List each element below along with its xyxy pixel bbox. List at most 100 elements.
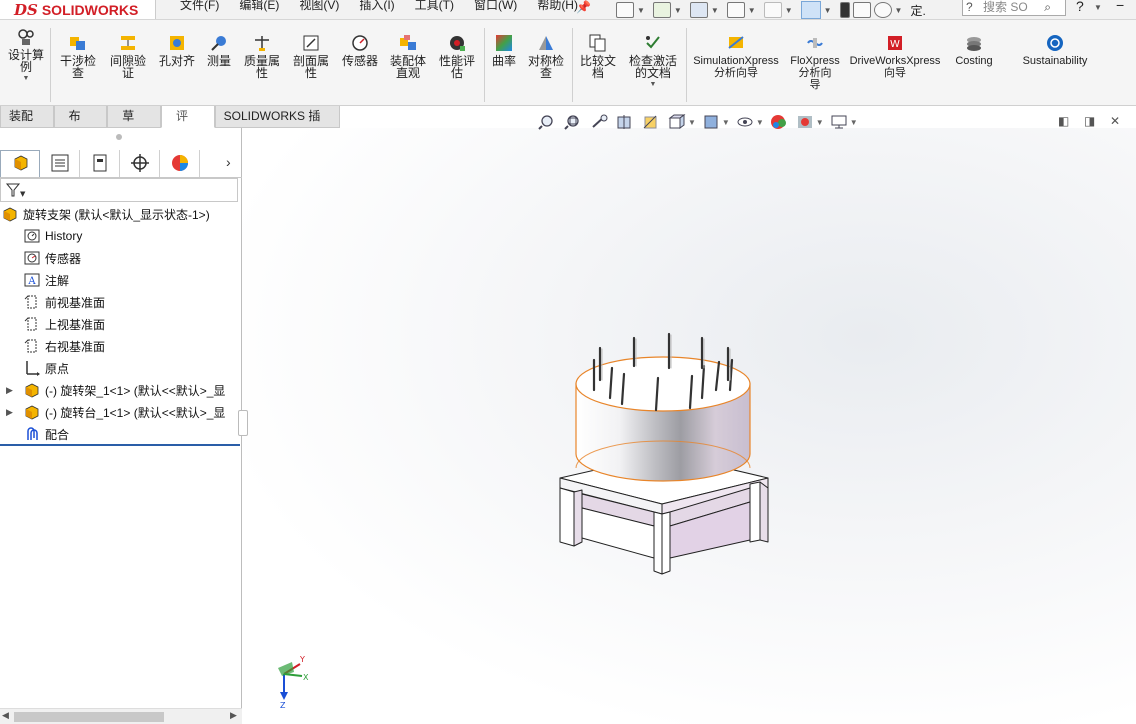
display-style-dropdown-icon[interactable]: ▼: [722, 118, 730, 127]
rotary-table-part[interactable]: [575, 332, 751, 482]
tree-filter[interactable]: ▼: [0, 178, 238, 202]
previous-view-icon[interactable]: [590, 114, 608, 130]
open-document-icon[interactable]: [652, 2, 671, 18]
menu-edit[interactable]: 编辑(E): [239, 0, 279, 13]
menu-file[interactable]: 文件(F): [180, 0, 219, 13]
model-view[interactable]: Y X Z: [242, 128, 1136, 724]
menu-window[interactable]: 窗口(W): [474, 0, 517, 13]
tab-display-manager[interactable]: [160, 150, 200, 177]
display-style-icon[interactable]: [702, 114, 720, 130]
tree-item-mates[interactable]: 配合: [24, 423, 69, 445]
apply-scene-dropdown-icon[interactable]: ▼: [816, 118, 824, 127]
interference-button[interactable]: 干涉检查: [56, 34, 100, 79]
graphics-area[interactable]: Y X Z: [242, 128, 1136, 724]
more-tabs-chevron-icon[interactable]: ›: [226, 154, 231, 170]
tab-solidworks-addins[interactable]: SOLIDWORKS 插件: [214, 106, 340, 144]
solidworks-logo[interactable]: DS SOLIDWORKS: [0, 0, 156, 19]
tab-configuration-manager[interactable]: [80, 150, 120, 177]
assembly-visualization-button[interactable]: 装配体 直观: [386, 34, 430, 79]
menu-help[interactable]: 帮助(H): [537, 0, 578, 13]
tree-item-top-plane[interactable]: 上视基准面: [24, 313, 105, 335]
tab-property-manager[interactable]: [40, 150, 80, 177]
section-view-icon[interactable]: [616, 114, 634, 130]
view-orientation-dropdown-icon[interactable]: ▼: [688, 118, 696, 127]
help-icon[interactable]: ?: [1076, 0, 1084, 14]
tile-pane-icon[interactable]: ◨: [1084, 114, 1095, 128]
undo-dropdown-icon[interactable]: ▼: [785, 6, 793, 15]
menu-tools[interactable]: 工具(T): [415, 0, 454, 13]
select-dropdown-icon[interactable]: ▼: [824, 6, 832, 15]
tree-item-sensors[interactable]: 传感器: [24, 247, 81, 269]
hide-show-items-icon[interactable]: [736, 114, 754, 130]
tree-item-right-plane[interactable]: 右视基准面: [24, 335, 105, 357]
scrollbar-thumb[interactable]: [14, 712, 164, 722]
undo-icon[interactable]: [763, 2, 782, 18]
hole-alignment-button[interactable]: 孔对齐: [154, 34, 200, 67]
sensor-button[interactable]: 传感器: [338, 34, 382, 67]
section-properties-button[interactable]: 剖面属性: [289, 34, 333, 79]
customize-label[interactable]: 定.: [910, 2, 925, 19]
options-gear-icon[interactable]: [873, 2, 892, 18]
scroll-right-arrow-icon[interactable]: ▶: [230, 710, 237, 721]
rebuild-icon[interactable]: [839, 2, 850, 18]
tree-item-front-plane[interactable]: 前视基准面: [24, 291, 105, 313]
sustainability-button[interactable]: Sustainability: [1016, 34, 1094, 67]
measure-button[interactable]: 测量: [203, 34, 235, 67]
menu-insert[interactable]: 插入(I): [359, 0, 394, 13]
tab-sketch[interactable]: 草图: [107, 106, 161, 144]
tab-evaluate[interactable]: 评估: [160, 106, 215, 144]
view-settings-icon[interactable]: [830, 114, 848, 130]
tab-assembly[interactable]: 装配体: [0, 106, 54, 144]
design-study-button[interactable]: 设计算例 ▼: [6, 28, 46, 85]
apply-scene-icon[interactable]: [796, 114, 814, 130]
design-study-dropdown-icon[interactable]: ▼: [6, 73, 46, 85]
scroll-left-arrow-icon[interactable]: ◀: [2, 710, 9, 721]
pin-menu-icon[interactable]: 📌: [576, 0, 591, 14]
search-icon[interactable]: ⌕: [1044, 0, 1051, 15]
dynamic-annotation-icon[interactable]: [642, 114, 660, 130]
help-dropdown-icon[interactable]: ▼: [1094, 3, 1102, 12]
mass-properties-button[interactable]: 质量属性: [240, 34, 284, 79]
clearance-button[interactable]: 间隙验证: [106, 34, 150, 79]
view-settings-dropdown-icon[interactable]: ▼: [850, 118, 858, 127]
minimize-icon[interactable]: −: [1116, 0, 1124, 13]
tab-layout[interactable]: 布局: [53, 106, 108, 144]
menu-view[interactable]: 视图(V): [299, 0, 339, 13]
zoom-to-fit-icon[interactable]: [538, 114, 556, 130]
tree-item-component-rotary-table[interactable]: (-) 旋转台_1<1> (默认<<默认>_显: [24, 401, 225, 423]
print-dropdown-icon[interactable]: ▼: [748, 6, 756, 15]
performance-button[interactable]: 性能评估: [435, 34, 479, 79]
close-pane-icon[interactable]: ✕: [1110, 114, 1120, 128]
save-icon[interactable]: [689, 2, 708, 18]
hide-show-dropdown-icon[interactable]: ▼: [756, 118, 764, 127]
file-properties-icon[interactable]: [852, 2, 871, 18]
print-icon[interactable]: [726, 2, 745, 18]
tree-item-origin[interactable]: 原点: [24, 357, 69, 379]
check-document-dropdown-icon[interactable]: ▼: [624, 79, 682, 91]
view-orientation-icon[interactable]: [668, 114, 686, 130]
panel-grip-handle[interactable]: [116, 134, 122, 140]
tree-resize-handle[interactable]: [238, 410, 248, 436]
compare-documents-button[interactable]: 比较文档: [576, 34, 620, 79]
options-dropdown-icon[interactable]: ▼: [895, 6, 903, 15]
search-input[interactable]: ? 搜索 SO ⌕: [962, 0, 1066, 16]
symmetry-button[interactable]: 对称检查: [524, 34, 568, 79]
tree-item-component-rotary-frame[interactable]: (-) 旋转架_1<1> (默认<<默认>_显: [24, 379, 225, 401]
select-icon[interactable]: [800, 1, 821, 19]
new-dropdown-icon[interactable]: ▼: [637, 6, 645, 15]
expand-arrow-icon[interactable]: ▶: [6, 407, 13, 418]
floxpress-button[interactable]: FloXpress 分析向导: [786, 34, 844, 91]
open-dropdown-icon[interactable]: ▼: [674, 6, 682, 15]
costing-button[interactable]: Costing: [950, 34, 998, 67]
check-document-button[interactable]: 检查激活 的文档 ▼: [624, 34, 682, 91]
panel-horizontal-scrollbar[interactable]: ◀ ▶: [0, 708, 242, 724]
tree-item-annotations[interactable]: A 注解: [24, 269, 69, 291]
zoom-to-area-icon[interactable]: [564, 114, 582, 130]
filter-icon[interactable]: ▼: [5, 182, 27, 201]
tree-root-assembly[interactable]: 旋转支架 (默认<默认_显示状态-1>): [2, 203, 210, 225]
tree-item-history[interactable]: History: [24, 225, 82, 247]
restore-pane-icon[interactable]: ◧: [1058, 114, 1069, 128]
new-document-icon[interactable]: [616, 2, 634, 18]
save-dropdown-icon[interactable]: ▼: [711, 6, 719, 15]
edit-appearance-icon[interactable]: [770, 114, 788, 130]
